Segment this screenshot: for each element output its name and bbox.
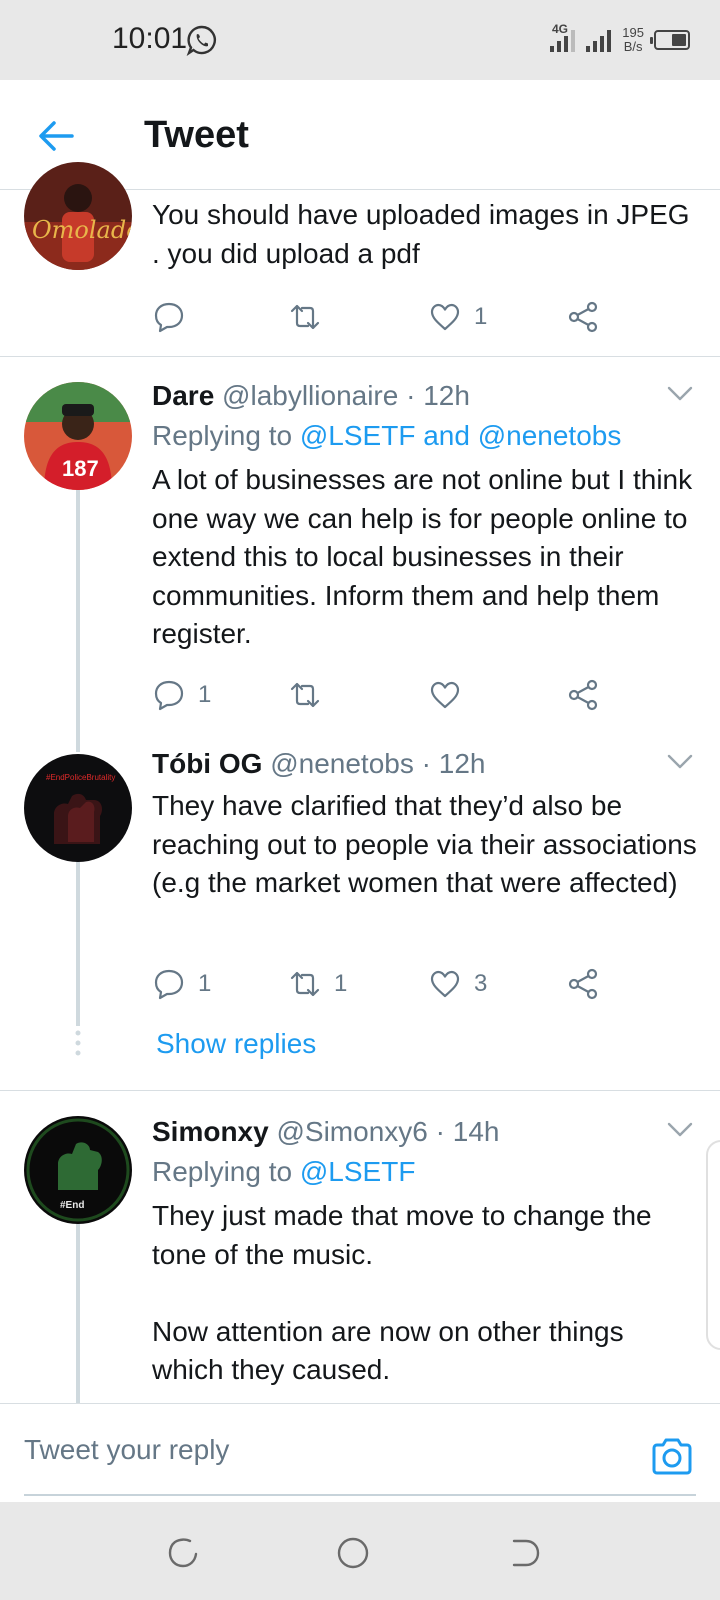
tweet-text: They have clarified that they’d also be …	[152, 790, 697, 898]
page-title: Tweet	[144, 114, 249, 156]
reply-icon	[154, 969, 184, 1000]
replying-to-handles[interactable]: @LSETF and @nenetobs	[300, 420, 621, 451]
share-icon	[568, 679, 598, 711]
retweet-button[interactable]: 1	[288, 964, 347, 1004]
reply-count: 1	[198, 681, 212, 708]
reply-button[interactable]: 1	[152, 964, 211, 1004]
avatar[interactable]: #End	[24, 1116, 132, 1224]
system-nav-bar	[0, 1502, 720, 1600]
show-replies-link[interactable]: Show replies	[156, 1028, 316, 1060]
like-button[interactable]: 3	[428, 964, 487, 1004]
avatar[interactable]: Omolade	[24, 162, 132, 270]
speed-value: 195	[622, 25, 644, 40]
like-count: 3	[474, 970, 488, 997]
like-button[interactable]: 1	[428, 297, 487, 337]
svg-text:Omolade: Omolade	[32, 216, 132, 244]
reply-button[interactable]	[152, 297, 198, 337]
share-icon	[568, 968, 598, 1000]
signal-icon	[550, 30, 576, 52]
tweet-time: · 12h	[421, 748, 486, 779]
reply-icon	[154, 302, 184, 333]
tweet-actions: 1	[152, 675, 622, 715]
tweet-text: You should have uploaded images in JPEG …	[152, 199, 690, 269]
recents-nav-icon[interactable]	[166, 1536, 200, 1570]
retweet-button[interactable]	[288, 297, 334, 337]
status-indicators: 195 B/s	[550, 22, 690, 58]
more-replies-dots	[75, 1030, 81, 1056]
divider	[0, 1090, 720, 1091]
chevron-down-icon[interactable]	[666, 384, 694, 404]
whatsapp-icon	[186, 25, 216, 56]
tweet-time: · 12h	[406, 380, 470, 411]
share-icon	[568, 301, 598, 333]
camera-icon[interactable]	[650, 1436, 694, 1476]
retweet-button[interactable]	[288, 675, 334, 715]
retweet-icon	[290, 971, 320, 997]
replying-to-label: Replying to	[152, 1156, 293, 1187]
retweet-icon	[290, 304, 320, 330]
tweet-header: Tóbi OG @nenetobs · 12h	[152, 748, 485, 780]
svg-text:187: 187	[62, 456, 99, 481]
speed-unit: B/s	[623, 39, 643, 54]
back-arrow-icon[interactable]	[36, 116, 76, 156]
like-icon	[430, 970, 460, 998]
share-button[interactable]	[566, 297, 600, 337]
signal-icon	[586, 30, 612, 52]
reply-button[interactable]: 1	[152, 675, 211, 715]
share-button[interactable]	[566, 675, 600, 715]
share-button[interactable]	[566, 964, 600, 1004]
replying-to-label: Replying to	[152, 420, 293, 451]
like-button[interactable]	[428, 675, 474, 715]
scroll-handle[interactable]	[706, 1140, 720, 1350]
avatar[interactable]: #EndPoliceBrutality	[24, 754, 132, 862]
tweet-text: A lot of businesses are not online but I…	[152, 464, 693, 649]
home-nav-icon[interactable]	[336, 1536, 370, 1570]
battery-icon	[650, 30, 690, 50]
reply-bar	[0, 1403, 720, 1501]
svg-text:#End: #End	[60, 1200, 84, 1211]
retweet-count: 1	[334, 970, 348, 997]
divider	[0, 356, 720, 357]
user-handle[interactable]: @Simonxy6	[276, 1116, 427, 1147]
tweet-actions: 1 1 3	[152, 964, 622, 1004]
display-name[interactable]: Dare	[152, 380, 214, 411]
tweet-header: Dare @labyllionaire · 12h	[152, 380, 470, 412]
tweet-text: They just made that move to change the t…	[152, 1200, 652, 1385]
reply-underline	[24, 1494, 696, 1496]
tweet-header: Simonxy @Simonxy6 · 14h	[152, 1116, 499, 1148]
replying-to: Replying to @LSETF and @nenetobs	[152, 420, 621, 452]
user-handle[interactable]: @labyllionaire	[222, 380, 398, 411]
retweet-icon	[290, 682, 320, 708]
thread-line	[76, 856, 80, 1026]
user-handle[interactable]: @nenetobs	[270, 748, 414, 779]
chevron-down-icon[interactable]	[666, 1120, 694, 1140]
network-speed: 195 B/s	[622, 26, 644, 54]
display-name[interactable]: Tóbi OG	[152, 748, 262, 779]
avatar[interactable]: 187	[24, 382, 132, 490]
tweet-time: · 14h	[435, 1116, 500, 1147]
status-bar: 10:01 4G 195 B/s	[0, 0, 720, 80]
thread-line	[76, 488, 80, 752]
back-nav-icon[interactable]	[508, 1536, 542, 1570]
reply-count: 1	[198, 970, 212, 997]
tweet-actions: 1	[152, 297, 622, 337]
reply-icon	[154, 680, 184, 711]
display-name[interactable]: Simonxy	[152, 1116, 269, 1147]
like-icon	[430, 303, 460, 331]
like-count: 1	[474, 303, 488, 330]
chevron-down-icon[interactable]	[666, 752, 694, 772]
like-icon	[430, 681, 460, 709]
thread-line	[76, 1224, 80, 1404]
status-time: 10:01	[112, 22, 188, 55]
svg-text:#EndPoliceBrutality: #EndPoliceBrutality	[46, 773, 115, 782]
replying-to-handles[interactable]: @LSETF	[300, 1156, 416, 1187]
reply-input[interactable]	[24, 1434, 584, 1466]
replying-to: Replying to @LSETF	[152, 1156, 415, 1188]
